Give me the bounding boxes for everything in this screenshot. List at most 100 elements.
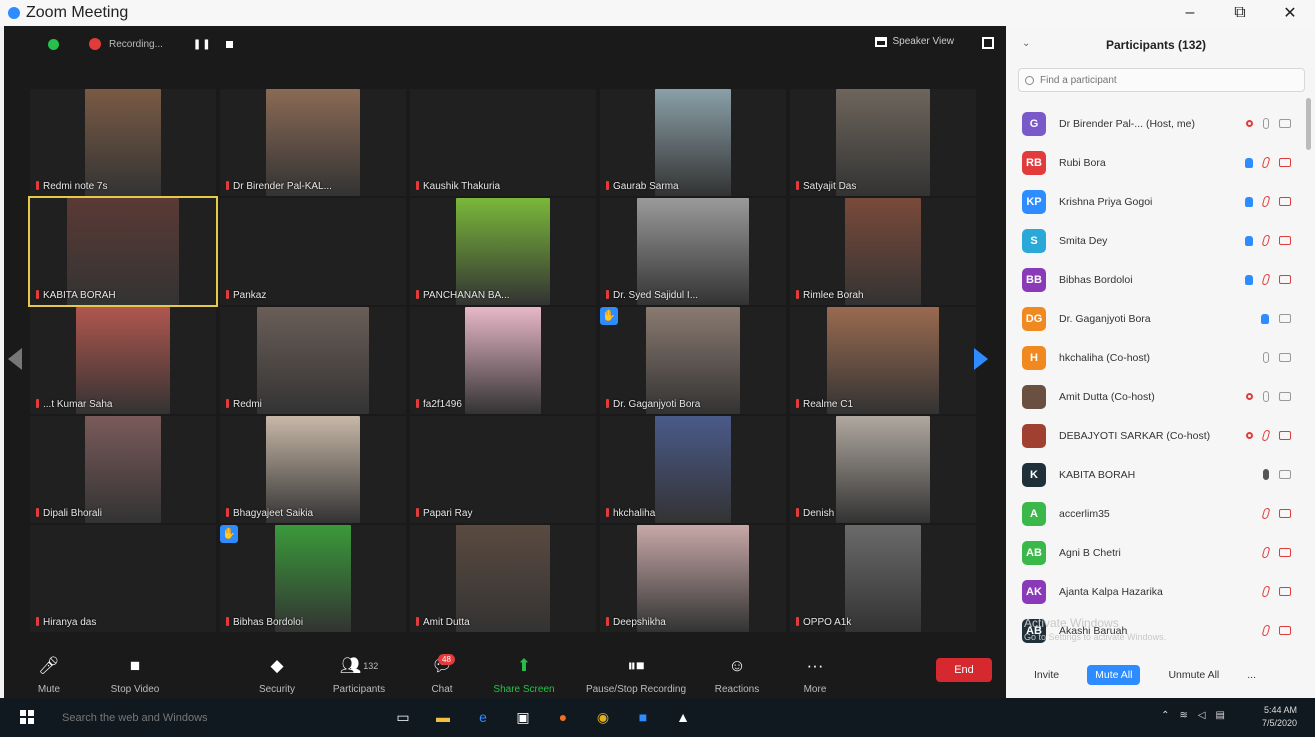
- participant-tile[interactable]: Deepshikha: [600, 525, 786, 632]
- participant-tile[interactable]: Denish: [790, 416, 976, 523]
- system-tray[interactable]: ⌃ ≋ ◁ ▤: [1161, 710, 1225, 721]
- maximize-button[interactable]: ⧉: [1215, 0, 1265, 26]
- tray-chevron-icon[interactable]: ⌃: [1161, 710, 1169, 721]
- microphone-icon: [1263, 391, 1269, 402]
- participant-name-text: Denish: [803, 508, 835, 519]
- participant-row[interactable]: AB Agni B Chetri: [1006, 533, 1315, 572]
- file-explorer-icon[interactable]: ▬: [430, 704, 456, 730]
- photos-icon[interactable]: ▲: [670, 704, 696, 730]
- participant-tile[interactable]: ...t Kumar Saha: [30, 307, 216, 414]
- participant-tile[interactable]: Gaurab Sarma: [600, 89, 786, 196]
- participant-tile[interactable]: Dr Birender Pal-KAL...: [220, 89, 406, 196]
- participant-row[interactable]: KP Krishna Priya Gogoi: [1006, 182, 1315, 221]
- security-button[interactable]: ◆ Security: [254, 654, 300, 695]
- participant-tile[interactable]: Redmi: [220, 307, 406, 414]
- muted-mic-icon: [796, 508, 799, 517]
- wifi-icon[interactable]: ≋: [1179, 710, 1187, 721]
- participant-row[interactable]: BB Bibhas Bordoloi: [1006, 260, 1315, 299]
- fullscreen-icon[interactable]: [982, 37, 994, 49]
- taskbar-clock[interactable]: 5:44 AM 7/5/2020: [1262, 704, 1297, 730]
- participant-tile[interactable]: Bhagyajeet Saikia: [220, 416, 406, 523]
- reactions-button[interactable]: ☺ Reactions: [712, 654, 762, 695]
- edge-browser-icon[interactable]: e: [470, 704, 496, 730]
- firefox-icon[interactable]: ●: [550, 704, 576, 730]
- panel-more-button[interactable]: ...: [1247, 669, 1256, 681]
- mute-button[interactable]: 🎤︎ Mute: [34, 654, 64, 695]
- participant-tile[interactable]: Amit Dutta: [410, 525, 596, 632]
- participant-row[interactable]: K KABITA BORAH: [1006, 455, 1315, 494]
- participant-row[interactable]: Amit Dutta (Co-host): [1006, 377, 1315, 416]
- participant-tile[interactable]: Rimlee Borah: [790, 198, 976, 305]
- volume-icon[interactable]: ◁: [1198, 710, 1206, 721]
- participant-tile[interactable]: ✋ Bibhas Bordoloi: [220, 525, 406, 632]
- encryption-shield-icon[interactable]: [48, 38, 59, 50]
- participant-tile[interactable]: OPPO A1k: [790, 525, 976, 632]
- end-meeting-button[interactable]: End: [936, 658, 992, 682]
- pause-recording-icon[interactable]: ❚❚: [193, 39, 212, 50]
- participant-tile[interactable]: Hiranya das: [30, 525, 216, 632]
- share-screen-button[interactable]: ⬆ Share Screen: [492, 654, 556, 695]
- participants-button[interactable]: 👥︎ 132 Participants: [326, 654, 392, 695]
- participant-tile[interactable]: fa2f1496: [410, 307, 596, 414]
- avatar: KP: [1022, 189, 1046, 214]
- participant-tile[interactable]: Pankaz: [220, 198, 406, 305]
- clock-time: 5:44 AM: [1263, 705, 1297, 715]
- participant-name: Dr. Syed Sajidul I...: [606, 290, 698, 301]
- unmute-all-button[interactable]: Unmute All: [1168, 669, 1219, 681]
- chevron-down-icon[interactable]: ⌄: [1022, 38, 1030, 49]
- participant-row[interactable]: AK Ajanta Kalpa Hazarika: [1006, 572, 1315, 611]
- speaker-view-button[interactable]: Speaker View: [875, 36, 954, 47]
- next-page-icon[interactable]: [974, 348, 988, 370]
- participant-name-text: Dipali Bhorali: [43, 508, 102, 519]
- participant-row[interactable]: DG Dr. Gaganjyoti Bora: [1006, 299, 1315, 338]
- invite-button[interactable]: Invite: [1034, 669, 1059, 681]
- participant-tile[interactable]: ✋ Dr. Gaganjyoti Bora: [600, 307, 786, 414]
- participant-tile[interactable]: Satyajit Das: [790, 89, 976, 196]
- notification-icon[interactable]: ▤: [1216, 710, 1225, 721]
- participant-row[interactable]: Hhkchaliha (Co-host): [1006, 338, 1315, 377]
- participant-tile[interactable]: Realme C1: [790, 307, 976, 414]
- minimize-button[interactable]: –: [1165, 0, 1215, 26]
- participant-tile[interactable]: Redmi note 7s: [30, 89, 216, 196]
- pause-stop-recording-button[interactable]: ⏸⏹ Pause/Stop Recording: [580, 654, 692, 695]
- participant-status-icons: [1245, 196, 1291, 207]
- taskbar-search[interactable]: Search the web and Windows: [50, 704, 380, 732]
- chat-button[interactable]: 💬︎ 48 Chat: [424, 654, 460, 695]
- video-feed: [266, 416, 360, 523]
- windows-start-icon[interactable]: [20, 710, 34, 724]
- search-input[interactable]: [1040, 74, 1290, 86]
- avatar: DG: [1022, 306, 1046, 331]
- stop-recording-icon[interactable]: [225, 40, 233, 48]
- previous-page-icon[interactable]: [8, 348, 22, 370]
- chrome-icon[interactable]: ◉: [590, 704, 616, 730]
- participant-list-name: Dr. Gaganjyoti Bora: [1059, 312, 1151, 325]
- stop-video-button[interactable]: ■ Stop Video: [104, 654, 166, 695]
- participant-status-icons: [1246, 118, 1291, 129]
- participant-status-icons: [1261, 625, 1291, 636]
- participant-search[interactable]: [1018, 68, 1305, 92]
- participant-tile[interactable]: Dipali Bhorali: [30, 416, 216, 523]
- video-feed: [646, 307, 740, 414]
- participant-row[interactable]: RB Rubi Bora: [1006, 143, 1315, 182]
- participant-name: fa2f1496: [416, 399, 462, 410]
- close-button[interactable]: ✕: [1265, 0, 1315, 26]
- participant-name-text: Pankaz: [233, 290, 267, 301]
- mute-all-button[interactable]: Mute All: [1087, 665, 1141, 685]
- participant-tile[interactable]: hkchaliha: [600, 416, 786, 523]
- participant-tile[interactable]: Papari Ray: [410, 416, 596, 523]
- task-view-icon[interactable]: ▭: [390, 704, 416, 730]
- participant-name-text: hkchaliha: [613, 508, 656, 519]
- participant-tile[interactable]: Dr. Syed Sajidul I...: [600, 198, 786, 305]
- store-icon[interactable]: ▣: [510, 704, 536, 730]
- muted-mic-icon: [36, 508, 39, 517]
- participant-row[interactable]: Aaccerlim35: [1006, 494, 1315, 533]
- more-button[interactable]: ··· More: [800, 654, 830, 695]
- zoom-app-icon[interactable]: ■: [630, 704, 656, 730]
- participant-row[interactable]: G Dr Birender Pal-... (Host, me): [1006, 104, 1315, 143]
- participant-tile[interactable]: KABITA BORAH: [28, 196, 218, 307]
- participant-row[interactable]: DEBAJYOTI SARKAR (Co-host): [1006, 416, 1315, 455]
- participant-row[interactable]: S Smita Dey: [1006, 221, 1315, 260]
- participant-tile[interactable]: Kaushik Thakuria: [410, 89, 596, 196]
- participant-tile[interactable]: PANCHANAN BA...: [410, 198, 596, 305]
- muted-mic-icon: [1261, 547, 1271, 558]
